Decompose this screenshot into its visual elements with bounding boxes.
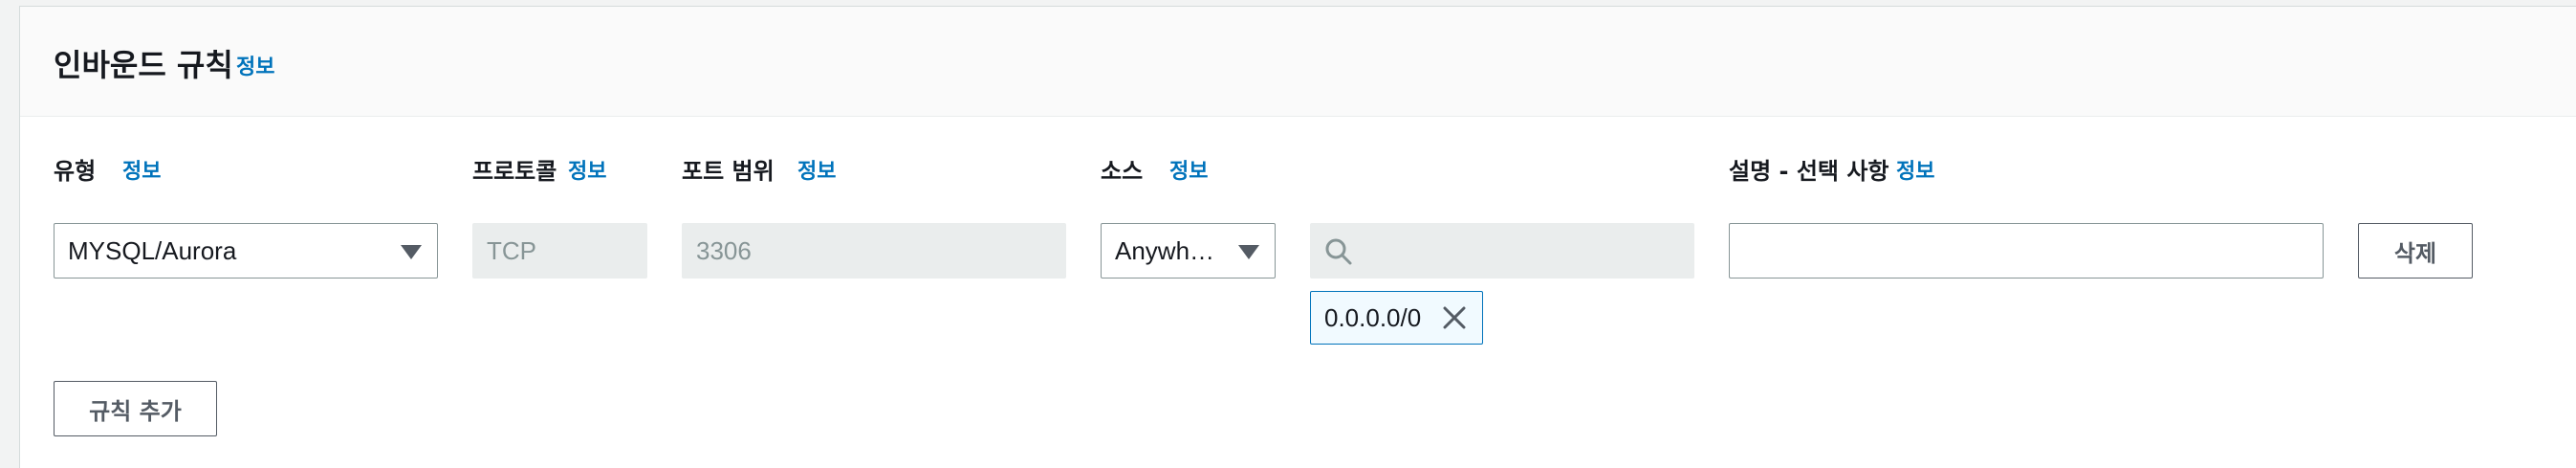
port-range-field: 3306 [682, 223, 1066, 279]
search-icon [1325, 238, 1352, 265]
protocol-label: 프로토콜 [472, 158, 557, 185]
panel-title: 인바운드 규칙 [54, 47, 233, 83]
description-info-link[interactable]: 정보 [1896, 154, 1934, 185]
source-info-link[interactable]: 정보 [1169, 154, 1208, 185]
type-label: 유형 [54, 158, 97, 185]
caret-down-icon [401, 245, 422, 259]
protocol-field: TCP [472, 223, 647, 279]
source-label: 소스 [1101, 158, 1144, 185]
source-select[interactable]: Anywh… [1101, 223, 1276, 279]
add-rule-button[interactable]: 규칙 추가 [54, 381, 217, 436]
description-label: 설명 - 선택 사항 [1729, 158, 1889, 185]
source-select-value: Anywh… [1115, 235, 1215, 265]
panel-header: 인바운드 규칙 정보 [20, 7, 2576, 117]
protocol-info-link[interactable]: 정보 [568, 154, 606, 185]
protocol-value: TCP [487, 235, 536, 265]
type-select[interactable]: MYSQL/Aurora [54, 223, 438, 279]
type-select-value: MYSQL/Aurora [68, 235, 237, 265]
description-input[interactable] [1729, 223, 2324, 279]
close-icon[interactable] [1440, 303, 1469, 332]
port-range-value: 3306 [696, 235, 752, 265]
source-token: 0.0.0.0/0 [1310, 291, 1483, 345]
source-token-value: 0.0.0.0/0 [1324, 302, 1422, 332]
inbound-rules-panel: 인바운드 규칙 정보 유형 정보 프로토콜 정보 포트 범위 정보 소스 정보 … [19, 6, 2576, 468]
port-range-label: 포트 범위 [682, 158, 775, 185]
type-info-link[interactable]: 정보 [122, 154, 161, 185]
source-search-input[interactable] [1310, 223, 1694, 279]
caret-down-icon [1238, 245, 1259, 259]
port-range-info-link[interactable]: 정보 [797, 154, 836, 185]
delete-rule-button[interactable]: 삭제 [2358, 223, 2473, 279]
panel-info-link[interactable]: 정보 [236, 50, 274, 80]
